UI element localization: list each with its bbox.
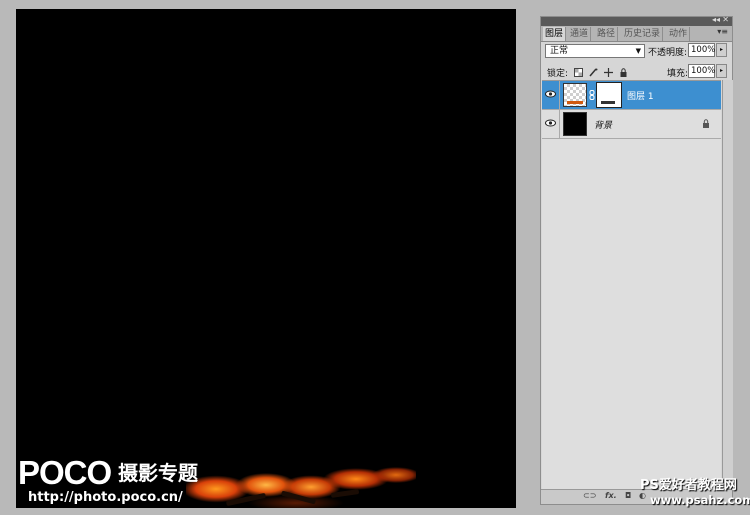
visibility-toggle[interactable] bbox=[542, 110, 560, 138]
site-watermark: PS爱好者教程网 www.psahz.com bbox=[640, 478, 750, 508]
blend-mode-select[interactable]: 正常 ▼ bbox=[545, 44, 645, 58]
visibility-toggle[interactable] bbox=[542, 81, 560, 109]
fire-image bbox=[186, 457, 416, 508]
poco-url: http://photo.poco.cn/ bbox=[28, 490, 183, 505]
document-canvas[interactable]: POCO 摄影专题 http://photo.poco.cn/ bbox=[16, 9, 516, 508]
layers-list: 图层 1 背景 bbox=[542, 80, 721, 491]
opacity-field[interactable]: 100% bbox=[688, 43, 715, 57]
layer1-thumbnail[interactable] bbox=[563, 83, 587, 107]
fx-icon[interactable]: fx. bbox=[605, 491, 617, 500]
tab-actions[interactable]: 动作 bbox=[667, 27, 691, 41]
panel-title-bar[interactable]: ◂◂ ✕ bbox=[541, 15, 732, 26]
layer-row-background[interactable]: 背景 bbox=[542, 110, 721, 139]
background-thumbnail[interactable] bbox=[563, 112, 587, 136]
lock-all-icon[interactable] bbox=[619, 68, 628, 77]
opacity-slider-button[interactable]: ▸ bbox=[716, 43, 727, 57]
log-shape bbox=[225, 492, 267, 507]
link-icon[interactable]: ⊂⊃ bbox=[583, 491, 596, 500]
blend-mode-value: 正常 bbox=[550, 46, 569, 56]
panel-menu-icon[interactable]: ▾≡ bbox=[717, 27, 728, 36]
fire-thumbnail-hint bbox=[567, 101, 583, 104]
lock-row: 锁定: bbox=[547, 66, 628, 79]
mask-icon[interactable]: ◘ bbox=[625, 491, 631, 500]
lock-position-icon[interactable] bbox=[603, 68, 613, 77]
tab-paths[interactable]: 路径 bbox=[595, 27, 619, 41]
panel-tabs: 图层 通道 路径 历史记录 动作 ▾≡ bbox=[541, 26, 732, 42]
layer-name[interactable]: 图层 1 bbox=[627, 89, 654, 102]
site-watermark-url: www.psahz.com bbox=[650, 493, 750, 507]
lock-pixels-icon[interactable] bbox=[589, 68, 598, 77]
lock-icon bbox=[702, 119, 710, 131]
layers-panel: ◂◂ ✕ 图层 通道 路径 历史记录 动作 ▾≡ 正常 ▼ 不透明度: 100%… bbox=[540, 15, 733, 505]
fill-slider-button[interactable]: ▸ bbox=[716, 64, 727, 78]
layer-row-layer1[interactable]: 图层 1 bbox=[542, 81, 721, 110]
opacity-label: 不透明度: bbox=[648, 48, 688, 58]
mask-hint bbox=[601, 101, 615, 104]
fill-label: 填充: bbox=[667, 69, 689, 79]
layer-name[interactable]: 背景 bbox=[594, 118, 612, 131]
layer-mask-thumbnail[interactable] bbox=[596, 82, 622, 108]
layers-scrollbar[interactable] bbox=[722, 80, 733, 490]
chain-link-icon[interactable] bbox=[589, 90, 595, 100]
tab-layers[interactable]: 图层 bbox=[543, 27, 567, 41]
tab-channels[interactable]: 通道 bbox=[568, 27, 592, 41]
log-shape bbox=[280, 490, 317, 505]
eye-icon bbox=[545, 119, 556, 127]
chevron-down-icon: ▼ bbox=[635, 47, 641, 55]
tab-history[interactable]: 历史记录 bbox=[622, 27, 664, 41]
collapse-icon[interactable]: ◂◂ bbox=[712, 15, 720, 24]
eye-icon bbox=[545, 90, 556, 98]
lock-label: 锁定: bbox=[547, 69, 569, 79]
poco-watermark: POCO 摄影专题 http://photo.poco.cn/ bbox=[18, 456, 198, 506]
lock-transparency-icon[interactable] bbox=[573, 68, 583, 77]
site-watermark-title: PS爱好者教程网 bbox=[640, 478, 737, 493]
fill-field[interactable]: 100% bbox=[688, 64, 715, 78]
log-shape bbox=[330, 489, 360, 498]
close-icon[interactable]: ✕ bbox=[722, 15, 729, 24]
poco-logo: POCO bbox=[18, 454, 112, 491]
